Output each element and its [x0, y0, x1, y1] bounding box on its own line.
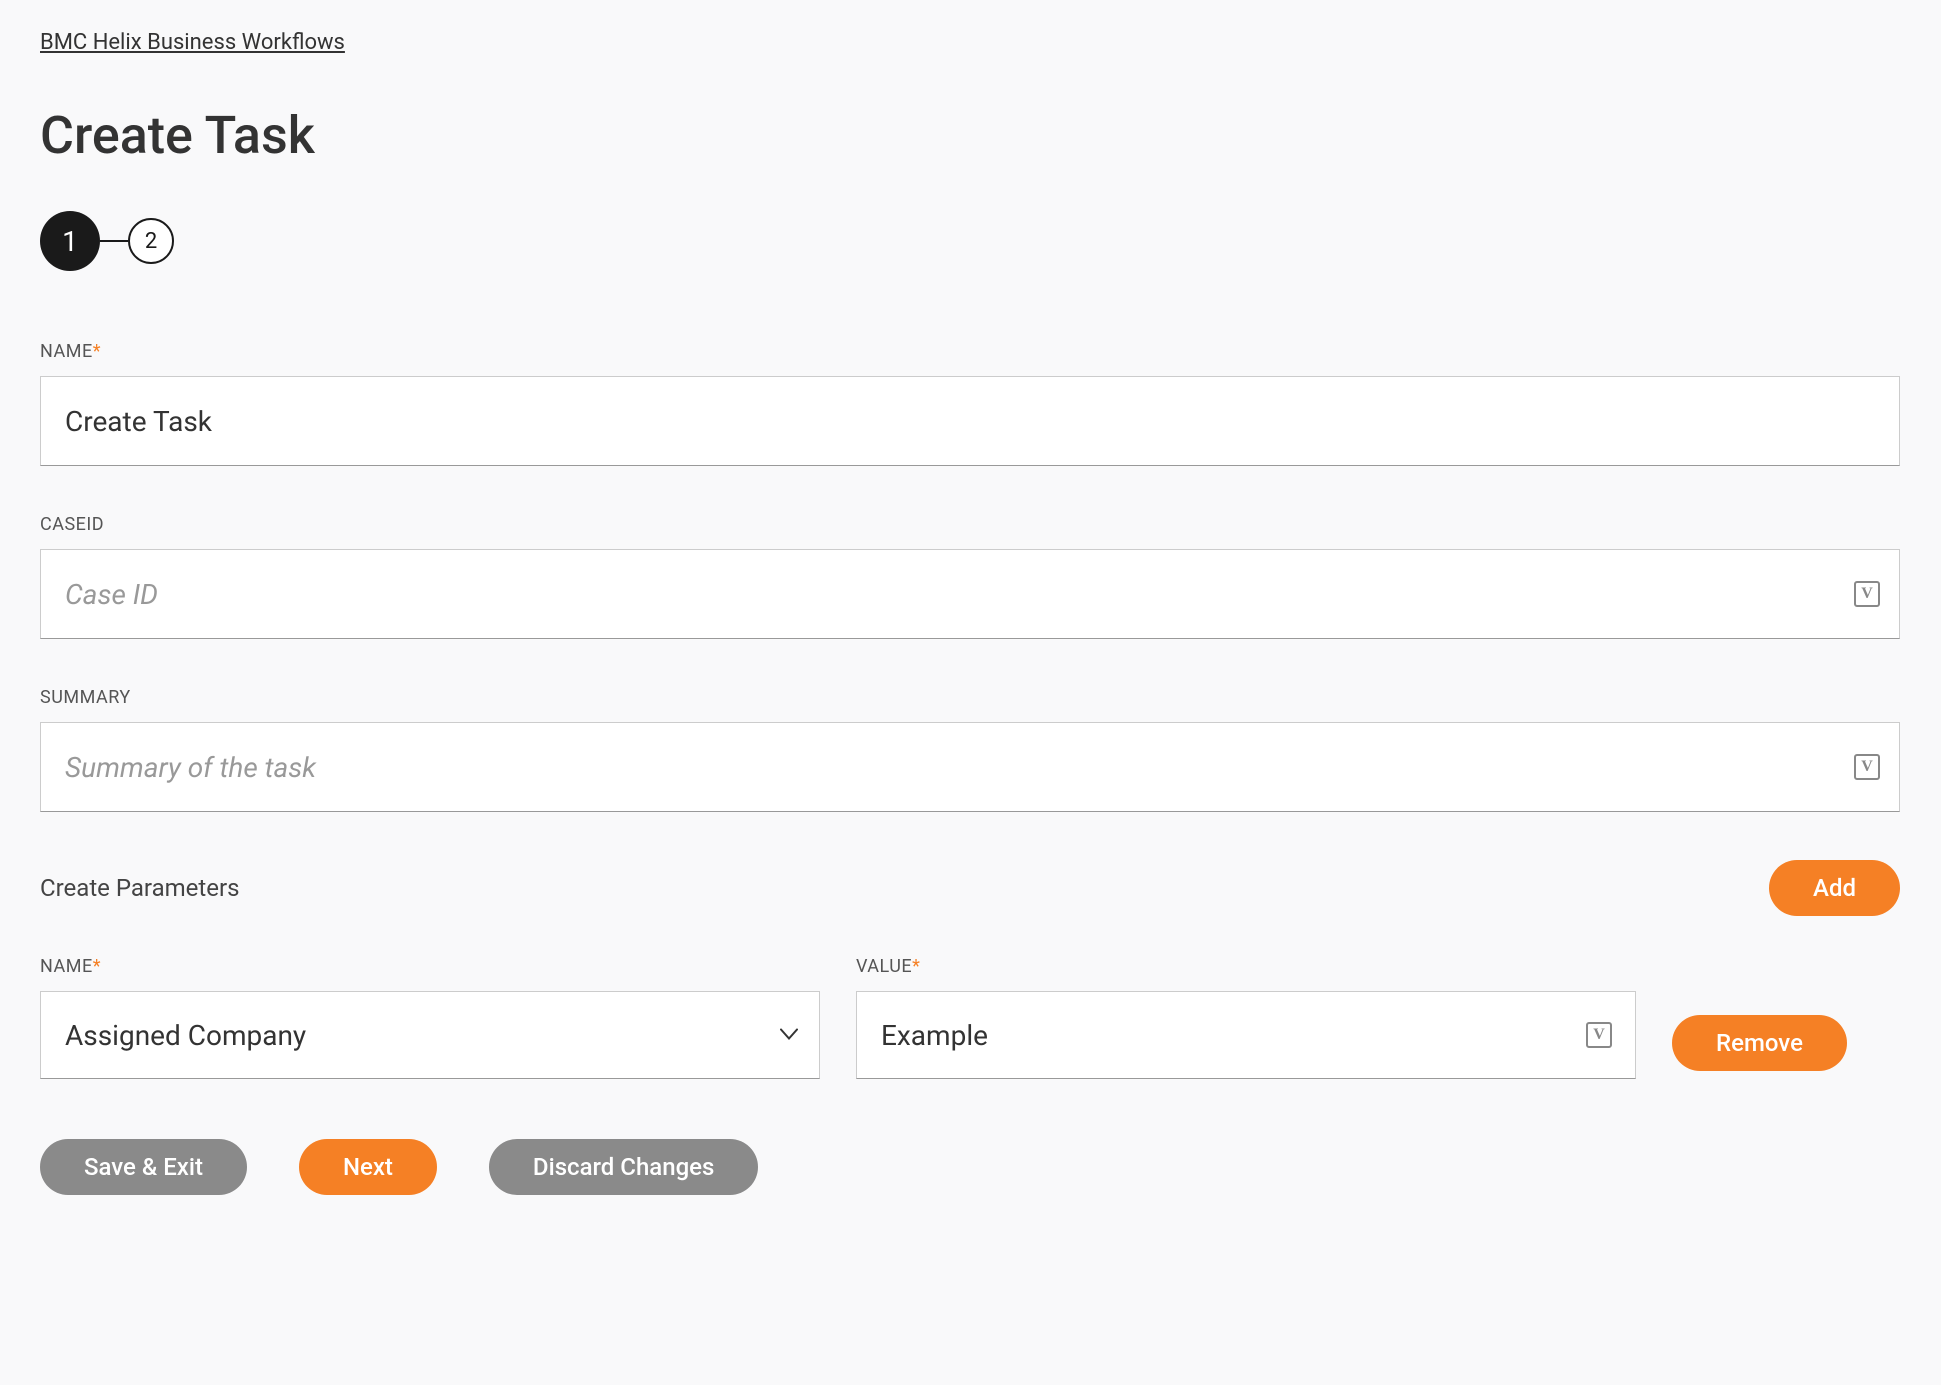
page-title: Create Task [40, 105, 1900, 166]
discard-changes-button[interactable]: Discard Changes [489, 1139, 758, 1195]
wizard-stepper: 1 2 [40, 211, 1900, 271]
name-label: NAME* [40, 341, 1900, 362]
step-1[interactable]: 1 [40, 211, 100, 271]
save-exit-button[interactable]: Save & Exit [40, 1139, 247, 1195]
caseid-label: CASEID [40, 514, 1900, 535]
parameters-header: Create Parameters Add [40, 860, 1900, 916]
breadcrumb-link[interactable]: BMC Helix Business Workflows [40, 30, 345, 55]
name-input[interactable] [40, 376, 1900, 466]
variable-picker-icon[interactable]: V [1854, 581, 1880, 607]
footer-actions: Save & Exit Next Discard Changes [40, 1139, 1900, 1195]
parameter-name-group: NAME* Assigned Company [40, 956, 820, 1079]
param-value-label: VALUE* [856, 956, 1636, 977]
caseid-field-group: CASEID V [40, 514, 1900, 639]
step-connector [100, 240, 128, 242]
add-parameter-button[interactable]: Add [1769, 860, 1900, 916]
form-container: BMC Helix Business Workflows Create Task… [40, 30, 1900, 1195]
parameters-title: Create Parameters [40, 874, 240, 902]
param-name-select[interactable]: Assigned Company [40, 991, 820, 1079]
parameter-row: NAME* Assigned Company VALUE* V Remove [40, 956, 1900, 1079]
parameter-value-group: VALUE* V [856, 956, 1636, 1079]
summary-label: SUMMARY [40, 687, 1900, 708]
step-2[interactable]: 2 [128, 218, 174, 264]
required-indicator: * [93, 341, 101, 362]
next-button[interactable]: Next [299, 1139, 437, 1195]
variable-picker-icon[interactable]: V [1586, 1022, 1612, 1048]
remove-parameter-button[interactable]: Remove [1672, 1015, 1847, 1071]
required-indicator: * [912, 956, 920, 977]
caseid-input[interactable] [40, 549, 1900, 639]
variable-picker-icon[interactable]: V [1854, 754, 1880, 780]
param-name-label: NAME* [40, 956, 820, 977]
summary-field-group: SUMMARY V [40, 687, 1900, 812]
param-value-input[interactable] [856, 991, 1636, 1079]
summary-input[interactable] [40, 722, 1900, 812]
name-field-group: NAME* [40, 341, 1900, 466]
required-indicator: * [93, 956, 101, 977]
